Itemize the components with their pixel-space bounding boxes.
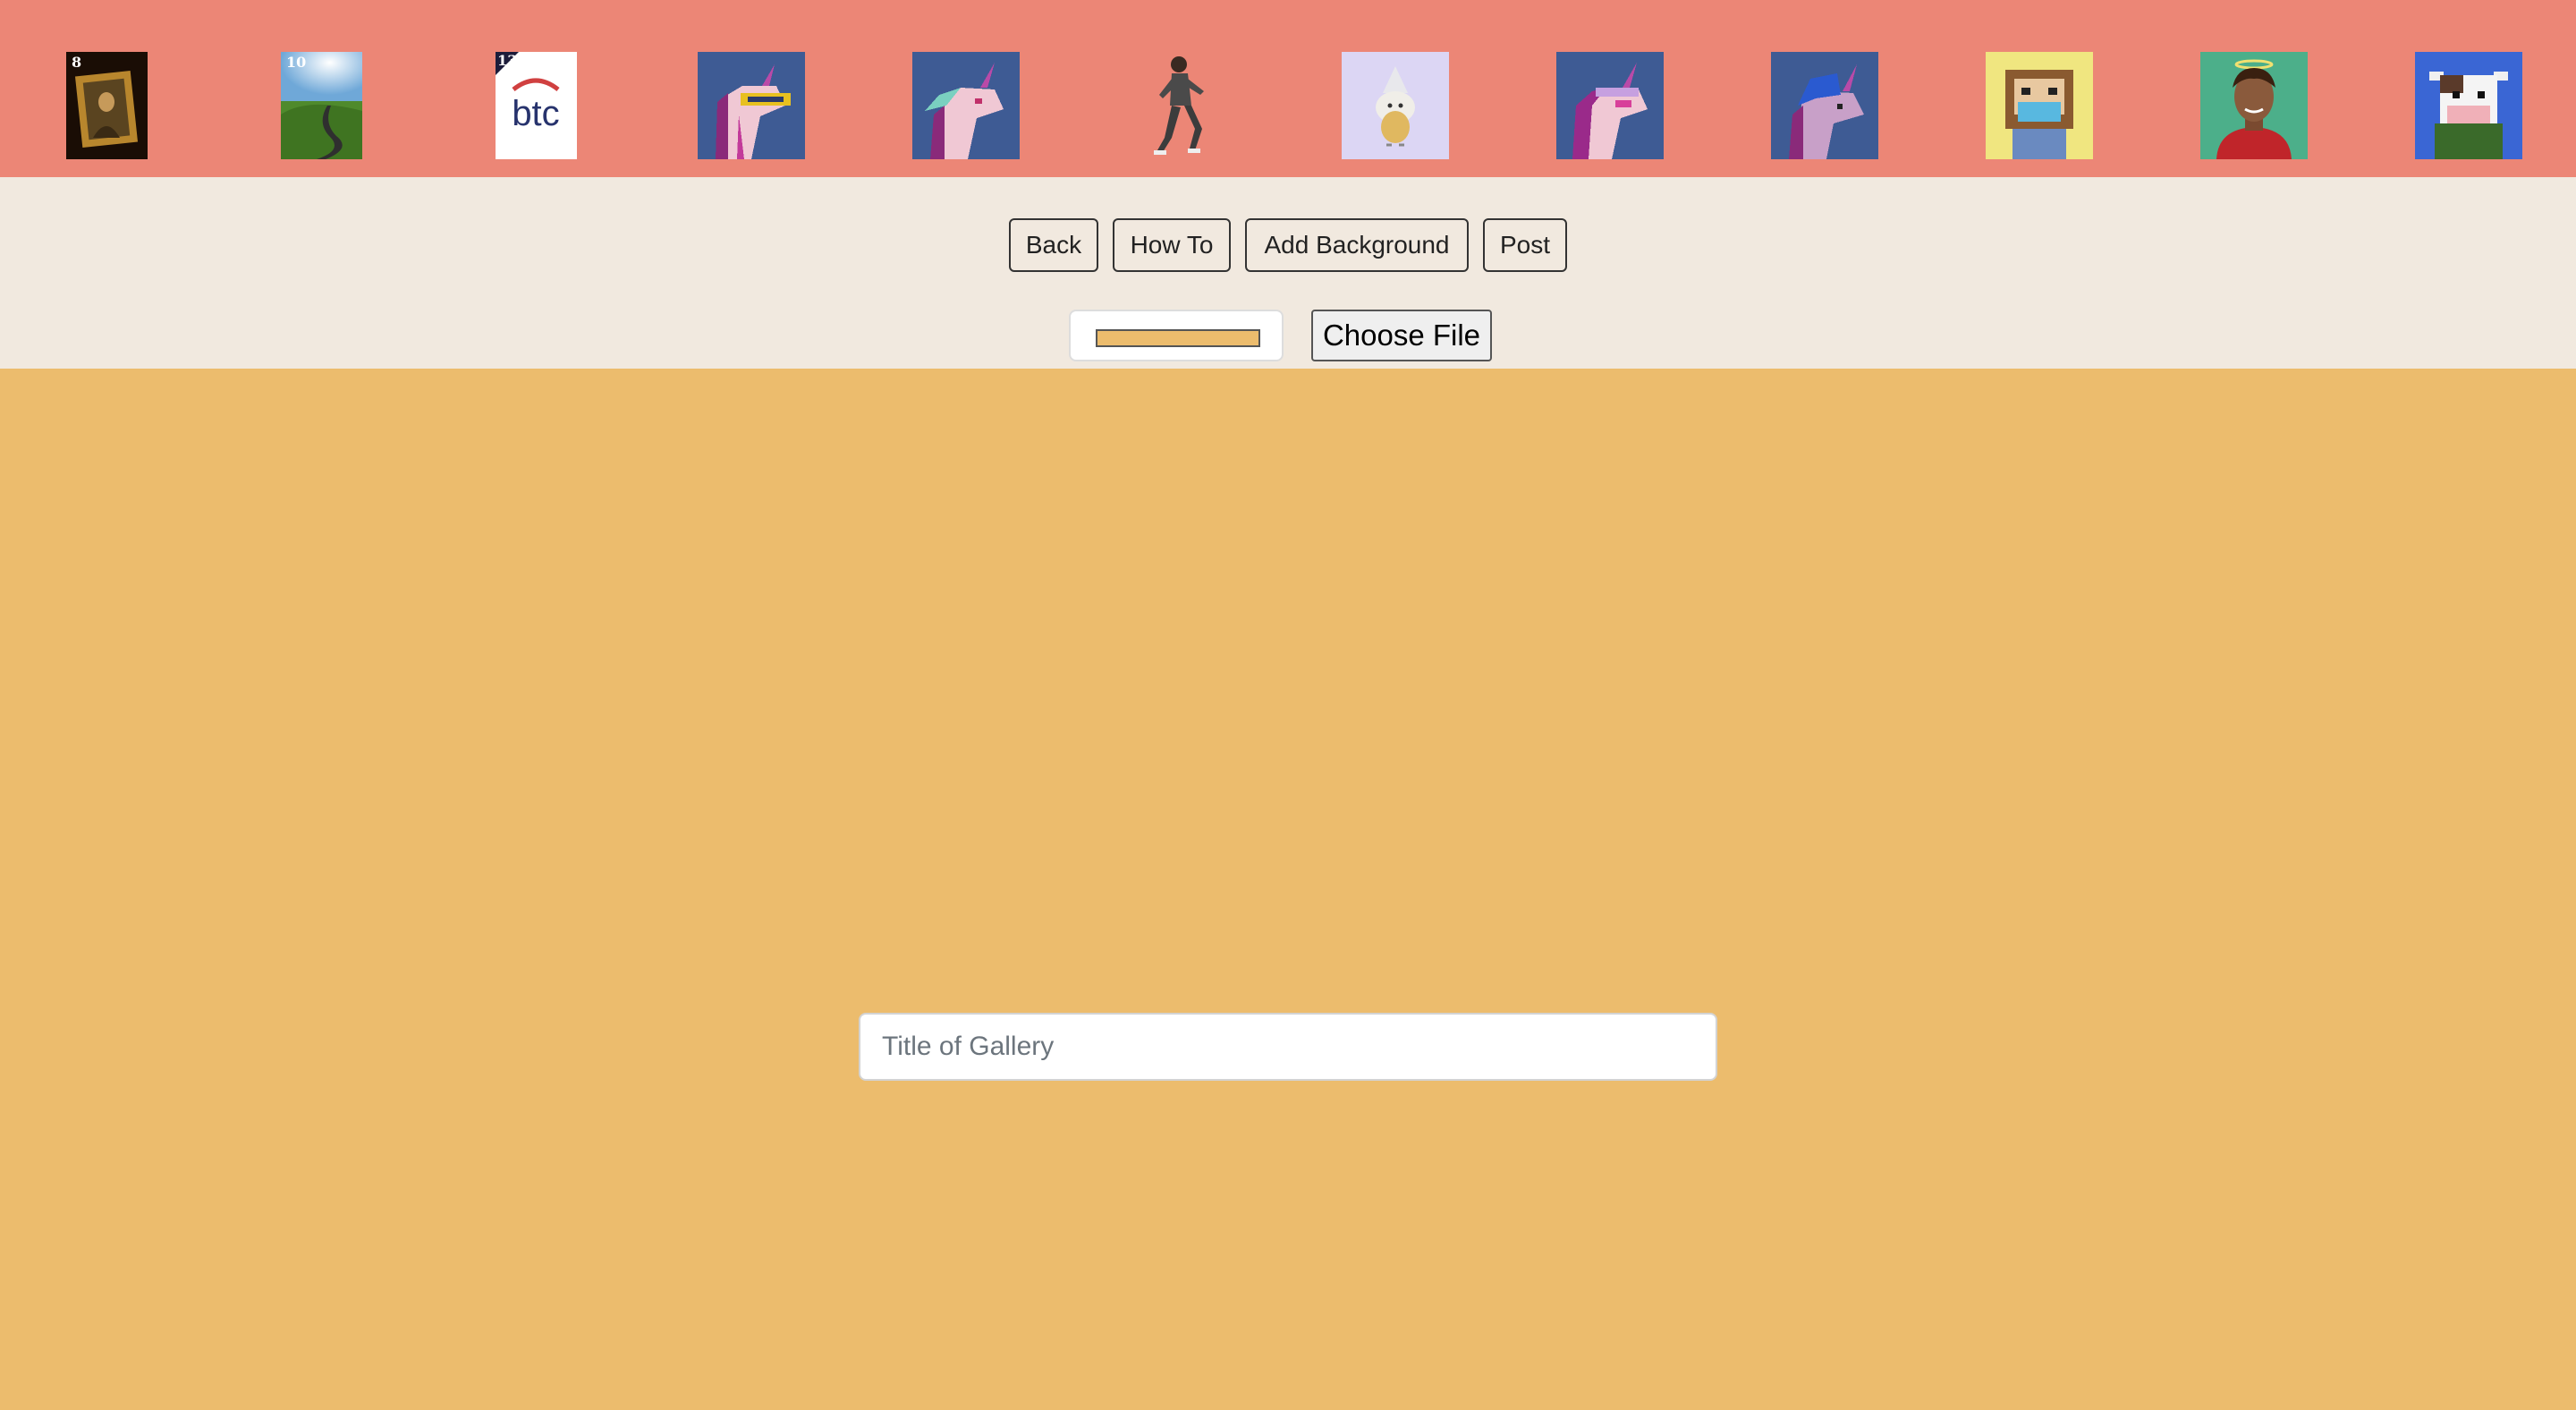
thumbnail-number: 13 bbox=[497, 52, 518, 69]
thumbnail-wizard[interactable] bbox=[1342, 52, 1449, 159]
thumbnail-angel[interactable] bbox=[2200, 52, 2308, 159]
editor-toolbar: Back How To Add Background Post Choose F… bbox=[0, 177, 2576, 369]
color-swatch bbox=[1096, 329, 1260, 347]
thumbnail-unicorn-teal[interactable] bbox=[912, 52, 1020, 159]
nft-thumbnail-strip: 8 10 btc 13 bbox=[0, 0, 2576, 177]
back-button[interactable]: Back bbox=[1009, 218, 1098, 272]
how-to-button[interactable]: How To bbox=[1113, 218, 1231, 272]
thumbnail-unicorn-pink[interactable] bbox=[1556, 52, 1664, 159]
thumbnail-monkey[interactable] bbox=[1986, 52, 2093, 159]
thumbnail-unicorn-visor[interactable] bbox=[698, 52, 805, 159]
thumbnail-road-landscape[interactable]: 10 bbox=[281, 52, 362, 159]
unicorn-pink-image bbox=[1556, 52, 1664, 159]
thumbnail-unicorn-blue[interactable] bbox=[1771, 52, 1878, 159]
cow-image bbox=[2415, 52, 2522, 159]
thumbnail-running-figure[interactable] bbox=[1145, 52, 1216, 159]
wizard-image bbox=[1342, 52, 1449, 159]
unicorn-blue-image bbox=[1771, 52, 1878, 159]
thumbnail-number: 10 bbox=[286, 54, 307, 71]
unicorn-teal-image bbox=[912, 52, 1020, 159]
thumbnail-number: 8 bbox=[72, 54, 82, 71]
monkey-image bbox=[1986, 52, 2093, 159]
thumbnail-cow[interactable] bbox=[2415, 52, 2522, 159]
post-button[interactable]: Post bbox=[1483, 218, 1567, 272]
running-figure-image bbox=[1145, 52, 1216, 159]
choose-file-button[interactable]: Choose File bbox=[1311, 310, 1492, 361]
add-background-button[interactable]: Add Background bbox=[1245, 218, 1469, 272]
background-color-picker[interactable] bbox=[1069, 310, 1284, 361]
unicorn-visor-image bbox=[698, 52, 805, 159]
angel-image bbox=[2200, 52, 2308, 159]
thumbnail-mona-lisa[interactable]: 8 bbox=[66, 52, 148, 159]
gallery-title-input[interactable] bbox=[859, 1013, 1717, 1081]
svg-text:btc: btc bbox=[512, 94, 559, 133]
thumbnail-btc[interactable]: btc 13 bbox=[496, 52, 577, 159]
gallery-canvas bbox=[0, 369, 2576, 1410]
